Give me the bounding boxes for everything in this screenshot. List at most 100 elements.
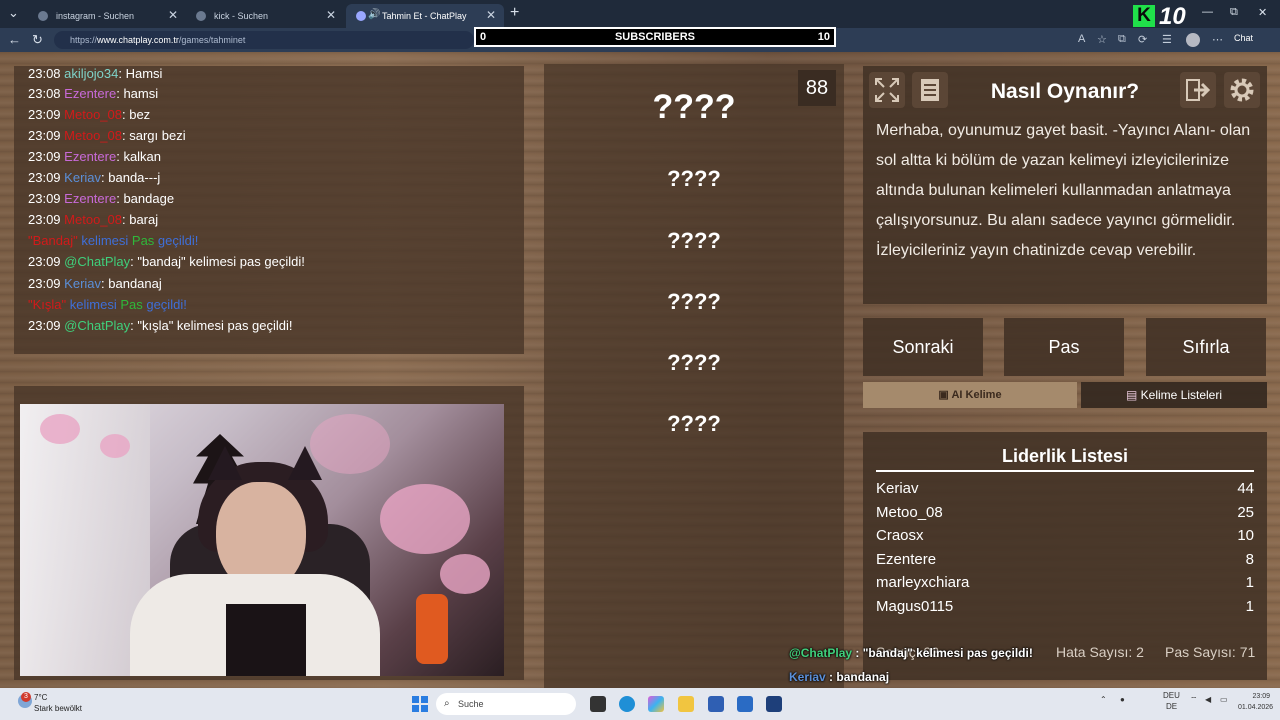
webcam-video <box>20 404 504 676</box>
browser-tab-bar: ⌄ instagram - Suchen ✕ kick - Suchen ✕ 🔊… <box>0 0 1280 30</box>
chat-username[interactable]: Ezentere <box>64 86 116 101</box>
audio-playing-icon[interactable]: 🔊 <box>368 9 380 20</box>
close-tab-icon[interactable]: ✕ <box>168 8 178 22</box>
windows-taskbar: 7°C Stark bewölkt ⌕ Suche ⌃ ● DEU DE ⌔ ◀… <box>0 688 1280 720</box>
guess-slot: ???? <box>667 350 721 375</box>
chat-username[interactable]: Metoo_08 <box>64 128 122 143</box>
refresh-page-icon[interactable]: ⟳ <box>1138 33 1147 46</box>
tab-label: instagram - Suchen <box>56 11 135 21</box>
close-tab-icon[interactable]: ✕ <box>486 8 496 22</box>
search-favicon-icon <box>196 11 206 21</box>
search-icon: ⌕ <box>444 698 450 709</box>
guess-slot: ???? <box>667 289 721 314</box>
back-icon[interactable]: ← <box>8 32 21 47</box>
url-prefix: https:// <box>70 35 98 45</box>
collections-icon[interactable]: ☰ <box>1162 33 1172 46</box>
chat-username[interactable]: Keriav <box>64 276 101 291</box>
reload-icon[interactable]: ↻ <box>32 32 43 48</box>
wifi-icon[interactable]: ⌔ <box>1190 695 1198 705</box>
chat-system-pas: Pas <box>120 297 143 312</box>
chat-username[interactable]: Metoo_08 <box>64 212 122 227</box>
extensions-icon[interactable]: ⧉ <box>1118 33 1126 46</box>
favorite-star-icon[interactable]: ☆ <box>1097 33 1107 46</box>
guess-slot: ???? <box>667 411 721 436</box>
close-tab-icon[interactable]: ✕ <box>326 8 336 22</box>
chat-time: 23:09 <box>28 107 61 122</box>
chat-time: 23:09 <box>28 254 61 269</box>
chat-text: : kalkan <box>116 149 162 164</box>
tab-word-lists[interactable]: ▤ Kelime Listeleri <box>1081 382 1267 408</box>
chat-message: 23:09 Metoo_08: baraj <box>28 212 158 227</box>
overlay-chat-user: @ChatPlay <box>789 646 853 660</box>
tab-kick[interactable]: kick - Suchen ✕ <box>186 4 344 28</box>
chat-username[interactable]: Ezentere <box>64 149 116 164</box>
app-icon[interactable] <box>737 696 753 712</box>
url-field[interactable]: https://www.chatplay.com.tr/games/tahmin… <box>54 31 474 49</box>
next-button[interactable]: Sonraki <box>863 318 983 376</box>
guess-slot: ???? <box>667 166 721 191</box>
clock-date: 01.04.2026 <box>1238 704 1274 711</box>
copilot-icon[interactable] <box>648 696 664 712</box>
tab-chatplay[interactable]: 🔊 Tahmin Et - ChatPlay ✕ <box>346 4 504 28</box>
chat-system-mid: kelimesi <box>77 233 132 248</box>
battery-icon[interactable]: ▭ <box>1220 695 1228 704</box>
leaderboard-score: 44 <box>1237 480 1254 497</box>
notification-badge: 3 <box>21 692 31 702</box>
start-windows-icon[interactable] <box>412 696 428 712</box>
leaderboard-row: marleyxchiara 1 <box>876 572 1254 594</box>
list-icon: ▤ <box>1125 388 1141 402</box>
edge-icon[interactable] <box>619 696 635 712</box>
taskbar-clock[interactable]: 23:09 01.04.2026 <box>1238 691 1274 713</box>
chat-time: 23:09 <box>28 318 61 333</box>
overlay-chat-text: : bandanaj <box>825 670 890 684</box>
chat-username[interactable]: Keriav <box>64 170 101 185</box>
taskbar-search-input[interactable]: ⌕ Suche <box>436 693 576 715</box>
volume-icon[interactable]: ◀ <box>1205 695 1211 704</box>
chat-message: 23:09 Metoo_08: sargı bezi <box>28 128 186 143</box>
close-window-icon[interactable]: ✕ <box>1258 6 1267 19</box>
chat-username[interactable]: @ChatPlay <box>64 318 130 333</box>
tray-lang-2[interactable]: DE <box>1166 702 1177 711</box>
leaderboard-name: Ezentere <box>876 550 937 568</box>
settings-button[interactable] <box>1224 72 1260 108</box>
copilot-chat-button[interactable]: Chat <box>1234 33 1253 43</box>
app-icon[interactable] <box>766 696 782 712</box>
tray-chevron-icon[interactable]: ⌃ <box>1100 695 1107 704</box>
tab-ai-word[interactable]: ▣ AI Kelime <box>863 382 1077 408</box>
chat-text: : banda---j <box>101 170 161 185</box>
maximize-icon[interactable]: ⧉ <box>1230 6 1238 19</box>
chat-time: 23:09 <box>28 149 61 164</box>
tab-ai-word-label: AI Kelime <box>951 389 1002 401</box>
profile-avatar[interactable] <box>1186 33 1200 47</box>
exit-button[interactable] <box>1180 72 1216 108</box>
chat-message: 23:09 @ChatPlay: "kışla" kelimesi pas ge… <box>28 318 293 333</box>
task-view-icon[interactable] <box>590 696 606 712</box>
leaderboard-row: Craosx 10 <box>876 525 1254 547</box>
menu-dots-icon[interactable]: ⋯ <box>1212 33 1223 46</box>
leaderboard-score: 8 <box>1245 550 1254 568</box>
chat-system-mid: kelimesi <box>66 297 121 312</box>
chat-username[interactable]: akiljojo34 <box>64 66 118 81</box>
chat-username[interactable]: Ezentere <box>64 191 116 206</box>
guess-column <box>544 64 844 688</box>
file-explorer-icon[interactable] <box>678 696 694 712</box>
leaderboard-row: Metoo_08 25 <box>876 502 1254 524</box>
chat-text: : baraj <box>122 212 159 227</box>
store-icon[interactable] <box>708 696 724 712</box>
tab-list-icon[interactable]: ⌄ <box>8 5 19 21</box>
chat-time: 23:08 <box>28 86 61 101</box>
chat-username[interactable]: Metoo_08 <box>64 107 122 122</box>
tab-instagram[interactable]: instagram - Suchen ✕ <box>28 4 186 28</box>
chat-time: 23:09 <box>28 170 61 185</box>
leaderboard-name: Magus0115 <box>876 598 954 615</box>
new-tab-icon[interactable]: + <box>510 4 519 22</box>
reset-button[interactable]: Sıfırla <box>1146 318 1266 376</box>
minimize-icon[interactable]: — <box>1202 6 1213 18</box>
tray-app-icon[interactable]: ● <box>1120 695 1125 704</box>
streamer-area <box>14 386 524 680</box>
chat-username[interactable]: @ChatPlay <box>64 254 130 269</box>
pass-button[interactable]: Pas <box>1004 318 1124 376</box>
leaderboard-score: 1 <box>1245 574 1254 592</box>
tray-lang-1[interactable]: DEU <box>1163 691 1180 700</box>
read-aloud-icon[interactable]: A <box>1078 33 1085 45</box>
